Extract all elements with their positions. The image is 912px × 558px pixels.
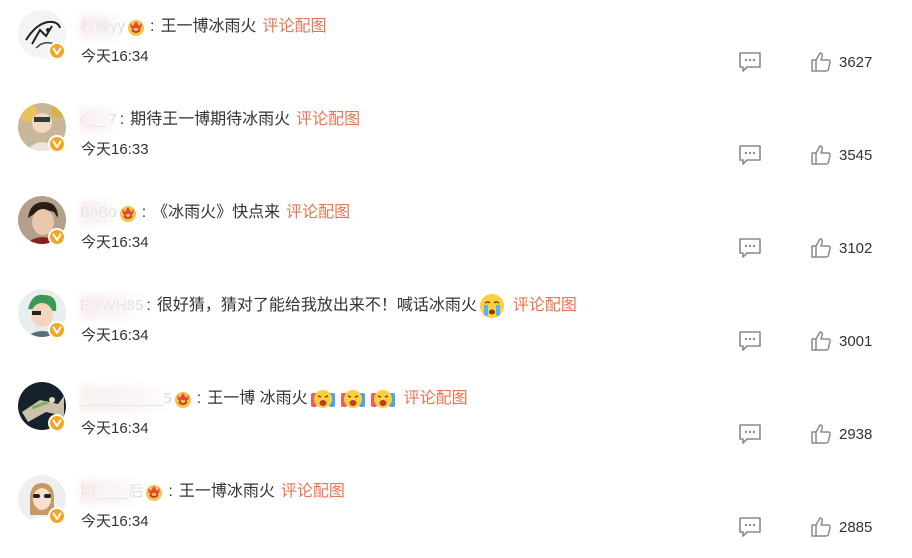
crown-badge-icon	[173, 389, 193, 409]
username-redaction	[80, 293, 144, 319]
comment-time: 今天16:34	[81, 234, 149, 251]
colon-separator: :	[168, 483, 173, 500]
like-button[interactable]: 3627	[810, 50, 872, 74]
comment-item: 期____后: 王一博冰雨火评论配图今天16:34 2885	[0, 465, 912, 558]
comment-image-link[interactable]: 评论配图	[262, 16, 326, 38]
comment-text: 《冰雨火》快点来	[152, 204, 281, 221]
verified-badge-icon	[48, 414, 66, 432]
like-button[interactable]: 2938	[810, 422, 872, 446]
crown-badge-icon	[144, 482, 164, 502]
comment-image-link[interactable]: 评论配图	[513, 295, 577, 317]
thumbs-up-icon	[810, 144, 832, 166]
comment-line: __________5: 王一博 冰雨火 评论配图	[80, 386, 468, 412]
comment-item: BoBo: 《冰雨火》快点来评论配图今天16:34 3102	[0, 186, 912, 279]
comment-time: 今天16:34	[81, 420, 149, 437]
comment-item: EGWH85: 很好猜，猜对了能给我放出来不！喊话冰雨火 评论配图今天16:34 30…	[0, 279, 912, 372]
comment-time: 今天16:34	[81, 327, 149, 344]
username-link[interactable]: 期____后	[80, 479, 144, 505]
username-link[interactable]: EGWH85	[80, 293, 144, 319]
username-redaction	[80, 479, 144, 505]
colon-separator: :	[150, 18, 155, 35]
comment-image-link[interactable]: 评论配图	[281, 481, 345, 503]
username-link[interactable]: 杉峰yy	[80, 14, 126, 40]
comment-item: 杉峰yy: 王一博冰雨火评论配图今天16:34 3627	[0, 0, 912, 93]
verified-badge-icon	[48, 228, 66, 246]
username-redaction	[80, 386, 172, 412]
comment-line: 杉峰yy: 王一博冰雨火评论配图	[80, 14, 327, 40]
comment-icon[interactable]	[738, 330, 762, 352]
like-count: 3001	[839, 332, 873, 350]
comment-item: __________5: 王一博 冰雨火 评论配图今天16:34 2938	[0, 372, 912, 465]
username-redaction	[80, 14, 126, 40]
verified-badge-icon	[48, 42, 66, 60]
comment-item: c__ 7: 期待王一博期待冰雨火评论配图今天16:33 3545	[0, 93, 912, 186]
comment-icon[interactable]	[738, 51, 762, 73]
like-count: 2885	[839, 518, 873, 536]
thumbs-up-icon	[810, 237, 832, 259]
username-redaction	[80, 200, 117, 226]
crown-badge-icon	[118, 203, 138, 223]
comment-line: EGWH85: 很好猜，猜对了能给我放出来不！喊话冰雨火 评论配图	[80, 293, 577, 319]
username-link[interactable]: __________5	[80, 386, 172, 412]
like-count: 3545	[839, 146, 873, 164]
comment-image-link[interactable]: 评论配图	[404, 388, 468, 410]
colon-separator: :	[196, 390, 202, 407]
comment-icon[interactable]	[738, 516, 762, 538]
comment-line: BoBo: 《冰雨火》快点来评论配图	[80, 200, 350, 226]
thumbs-up-icon	[810, 330, 832, 352]
colon-separator: :	[119, 111, 125, 128]
username-link[interactable]: c__ 7	[80, 107, 117, 133]
comment-image-link[interactable]: 评论配图	[286, 202, 350, 224]
like-count: 3627	[839, 53, 873, 71]
like-button[interactable]: 3545	[810, 143, 872, 167]
comment-time: 今天16:34	[81, 48, 149, 65]
crying-emoji	[479, 293, 505, 319]
comment-text: 期待王一博期待冰雨火	[130, 111, 291, 128]
comment-text: 很好猜，猜对了能给我放出来不！喊话冰雨火	[156, 297, 477, 314]
comment-image-link[interactable]: 评论配图	[296, 109, 360, 131]
thumbs-up-icon	[810, 423, 832, 445]
comment-text: 王一博 冰雨火	[207, 390, 308, 407]
comment-time: 今天16:34	[81, 513, 149, 530]
like-button[interactable]: 3102	[810, 236, 872, 260]
comment-line: c__ 7: 期待王一博期待冰雨火评论配图	[80, 107, 360, 133]
colon-separator: :	[146, 297, 151, 314]
like-count: 2938	[839, 425, 873, 443]
thumbs-up-icon	[810, 516, 832, 538]
comment-text: 王一博冰雨火	[178, 483, 275, 500]
comment-icon[interactable]	[738, 237, 762, 259]
comment-icon[interactable]	[738, 144, 762, 166]
like-count: 3102	[839, 239, 873, 257]
cheering-emoji	[370, 386, 396, 412]
colon-separator: :	[141, 204, 147, 221]
crown-badge-icon	[126, 17, 146, 37]
thumbs-up-icon	[810, 51, 832, 73]
cheering-emoji	[310, 386, 336, 412]
comment-line: 期____后: 王一博冰雨火评论配图	[80, 479, 345, 505]
username-link[interactable]: BoBo	[80, 200, 117, 226]
comment-text: 王一博冰雨火	[160, 18, 257, 35]
comment-time: 今天16:33	[81, 141, 149, 158]
cheering-emoji	[340, 386, 366, 412]
comment-icon[interactable]	[738, 423, 762, 445]
verified-badge-icon	[48, 507, 66, 525]
username-redaction	[80, 107, 117, 133]
verified-badge-icon	[48, 135, 66, 153]
verified-badge-icon	[48, 321, 66, 339]
like-button[interactable]: 2885	[810, 515, 872, 539]
like-button[interactable]: 3001	[810, 329, 872, 353]
